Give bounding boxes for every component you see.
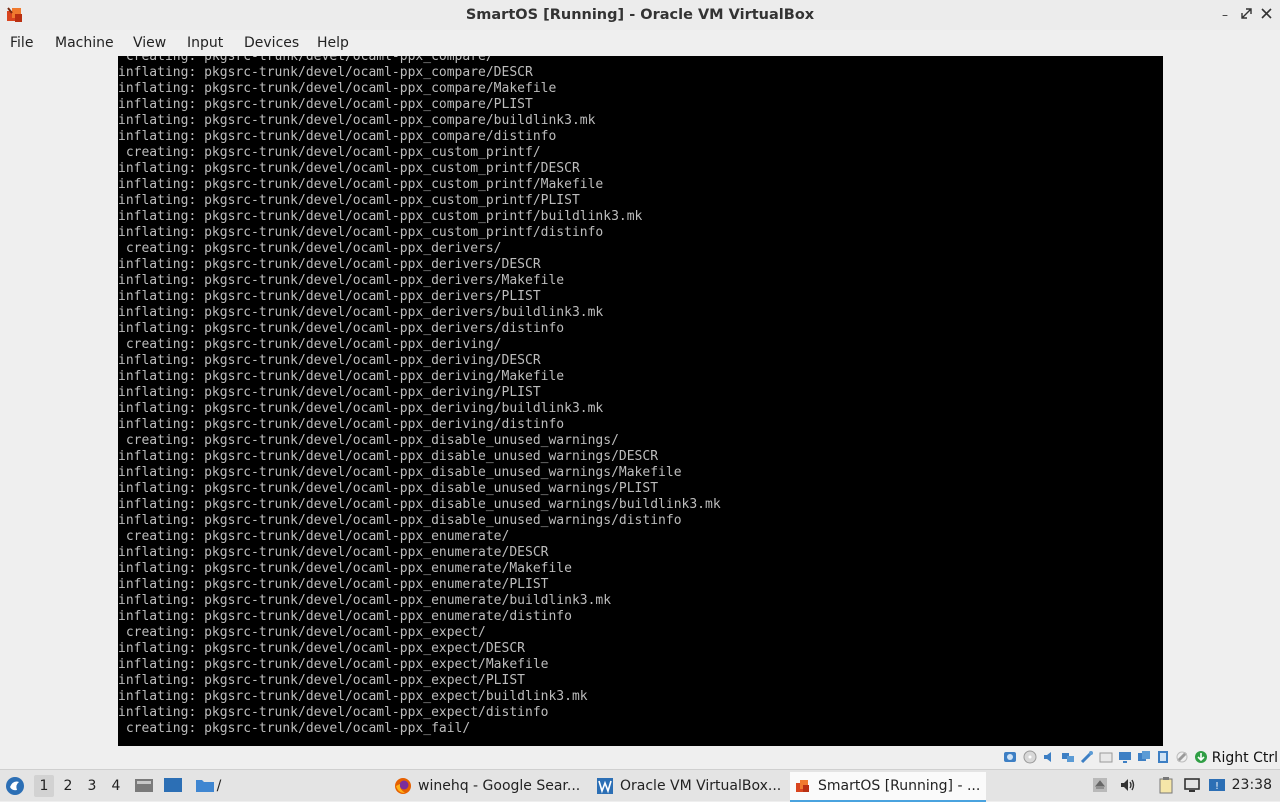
file-manager-icon[interactable] [134,776,154,794]
usb-icon[interactable] [1080,750,1094,764]
vm-display-area: creating: pkgsrc-trunk/devel/ocaml-ppx_c… [0,56,1280,747]
workspace-2[interactable]: 2 [58,775,78,797]
hard-disk-icon[interactable] [1003,750,1017,764]
terminal-line: inflating: pkgsrc-trunk/devel/ocaml-ppx_… [118,161,580,176]
terminal-line: inflating: pkgsrc-trunk/devel/ocaml-ppx_… [118,129,557,144]
window-titlebar[interactable]: SmartOS [Running] - Oracle VM VirtualBox… [0,0,1280,31]
menu-input[interactable]: Input [187,30,223,56]
terminal-line: inflating: pkgsrc-trunk/devel/ocaml-ppx_… [118,305,604,320]
terminal-line: inflating: pkgsrc-trunk/devel/ocaml-ppx_… [118,545,549,560]
terminal-line: inflating: pkgsrc-trunk/devel/ocaml-ppx_… [118,225,604,240]
terminal-line: inflating: pkgsrc-trunk/devel/ocaml-ppx_… [118,257,541,272]
terminal-line: inflating: pkgsrc-trunk/devel/ocaml-ppx_… [118,657,549,672]
terminal-line: creating: pkgsrc-trunk/devel/ocaml-ppx_e… [118,529,510,544]
terminal-line: inflating: pkgsrc-trunk/devel/ocaml-ppx_… [118,209,643,224]
terminal-line: inflating: pkgsrc-trunk/devel/ocaml-ppx_… [118,705,549,720]
close-icon [1260,8,1272,19]
optical-drive-icon[interactable] [1023,750,1037,764]
workspace-4[interactable]: 4 [106,775,126,797]
menu-devices[interactable]: Devices [244,30,299,56]
update-notifier-icon[interactable]: ! [1208,776,1226,794]
terminal-line: inflating: pkgsrc-trunk/devel/ocaml-ppx_… [118,481,659,496]
terminal-line: creating: pkgsrc-trunk/devel/ocaml-ppx_d… [118,241,502,256]
terminal-line: inflating: pkgsrc-trunk/devel/ocaml-ppx_… [118,369,565,384]
task-label: Oracle VM VirtualBox... [620,778,782,794]
audio-icon[interactable] [1042,750,1056,764]
menu-bar: File Machine View Input Devices Help [0,30,1280,56]
terminal-output: creating: pkgsrc-trunk/devel/ocaml-ppx_c… [118,56,1148,737]
terminal-line: inflating: pkgsrc-trunk/devel/ocaml-ppx_… [118,385,541,400]
volume-icon[interactable] [1119,776,1137,794]
vm-screen[interactable]: creating: pkgsrc-trunk/devel/ocaml-ppx_c… [118,56,1163,746]
terminal-line: inflating: pkgsrc-trunk/devel/ocaml-ppx_… [118,641,525,656]
terminal-line: inflating: pkgsrc-trunk/devel/ocaml-ppx_… [118,289,541,304]
terminal-line: inflating: pkgsrc-trunk/devel/ocaml-ppx_… [118,673,525,688]
terminal-line: creating: pkgsrc-trunk/devel/ocaml-ppx_c… [118,145,541,160]
display-icon[interactable] [1118,750,1132,764]
terminal-line: inflating: pkgsrc-trunk/devel/ocaml-ppx_… [118,321,565,336]
desktop-icon[interactable] [163,776,183,794]
folder-launcher-label: / [216,778,222,794]
virtualbox-vm-icon [796,780,809,792]
menu-view[interactable]: View [133,30,166,56]
terminal-line: inflating: pkgsrc-trunk/devel/ocaml-ppx_… [118,113,596,128]
cpu-icon[interactable] [1156,750,1170,764]
menu-help[interactable]: Help [317,30,349,56]
network-icon[interactable] [1061,750,1075,764]
terminal-line: inflating: pkgsrc-trunk/devel/ocaml-ppx_… [118,689,588,704]
terminal-line: creating: pkgsrc-trunk/devel/ocaml-ppx_f… [118,721,471,736]
terminal-line: inflating: pkgsrc-trunk/devel/ocaml-ppx_… [118,465,682,480]
eject-icon[interactable] [1091,776,1109,794]
shared-folders-icon[interactable] [1099,750,1113,764]
terminal-line: inflating: pkgsrc-trunk/devel/ocaml-ppx_… [118,609,572,624]
close-button[interactable] [1258,6,1274,24]
terminal-line: creating: pkgsrc-trunk/devel/ocaml-ppx_c… [118,56,494,64]
keyboard-icon[interactable] [1194,750,1208,764]
firefox-icon [395,778,411,794]
start-menu-icon[interactable] [5,776,25,796]
terminal-line: creating: pkgsrc-trunk/devel/ocaml-ppx_d… [118,337,502,352]
terminal-line: inflating: pkgsrc-trunk/devel/ocaml-ppx_… [118,97,533,112]
terminal-line: inflating: pkgsrc-trunk/devel/ocaml-ppx_… [118,449,659,464]
video-capture-icon[interactable] [1137,750,1151,764]
task-virtualbox-manager[interactable]: Oracle VM VirtualBox... [592,772,788,800]
window-title: SmartOS [Running] - Oracle VM VirtualBox [465,7,815,23]
terminal-line: inflating: pkgsrc-trunk/devel/ocaml-ppx_… [118,193,580,208]
terminal-line: inflating: pkgsrc-trunk/devel/ocaml-ppx_… [118,561,572,576]
task-firefox[interactable]: winehq - Google Sear... [390,772,590,800]
terminal-line: creating: pkgsrc-trunk/devel/ocaml-ppx_e… [118,625,486,640]
terminal-line: inflating: pkgsrc-trunk/devel/ocaml-ppx_… [118,593,612,608]
svg-text:!: ! [1215,781,1219,792]
task-label: winehq - Google Sear... [418,778,581,794]
terminal-line: inflating: pkgsrc-trunk/devel/ocaml-ppx_… [118,65,533,80]
minimize-button[interactable]: – [1217,6,1233,24]
network-tray-icon[interactable] [1183,776,1201,794]
terminal-line: creating: pkgsrc-trunk/devel/ocaml-ppx_d… [118,433,619,448]
maximize-button[interactable] [1238,6,1254,24]
workspace-3[interactable]: 3 [82,775,102,797]
terminal-line: inflating: pkgsrc-trunk/devel/ocaml-ppx_… [118,177,604,192]
menu-file[interactable]: File [10,30,33,56]
terminal-line: inflating: pkgsrc-trunk/devel/ocaml-ppx_… [118,513,682,528]
maximize-icon [1240,8,1252,19]
clock[interactable]: 23:38 [1232,770,1272,801]
workspace-1[interactable]: 1 [34,775,54,797]
terminal-line: inflating: pkgsrc-trunk/devel/ocaml-ppx_… [118,353,541,368]
terminal-line: inflating: pkgsrc-trunk/devel/ocaml-ppx_… [118,497,721,512]
mouse-integration-icon[interactable] [1175,750,1189,764]
taskbar: 1 2 3 4 / winehq - Google Sear... Oracle… [0,769,1280,802]
clipboard-icon[interactable] [1157,776,1175,794]
terminal-line: inflating: pkgsrc-trunk/devel/ocaml-ppx_… [118,81,557,96]
menu-machine[interactable]: Machine [55,30,114,56]
task-label: SmartOS [Running] - ... [818,778,981,794]
terminal-line: inflating: pkgsrc-trunk/devel/ocaml-ppx_… [118,417,565,432]
terminal-line: inflating: pkgsrc-trunk/devel/ocaml-ppx_… [118,401,604,416]
terminal-line: inflating: pkgsrc-trunk/devel/ocaml-ppx_… [118,273,565,288]
terminal-line: inflating: pkgsrc-trunk/devel/ocaml-ppx_… [118,577,549,592]
host-key-label: Right Ctrl [1211,750,1278,766]
virtualbox-manager-icon [597,778,613,794]
task-smartos-vm[interactable]: SmartOS [Running] - ... [790,772,986,802]
vm-status-bar: Right Ctrl [0,747,1280,769]
